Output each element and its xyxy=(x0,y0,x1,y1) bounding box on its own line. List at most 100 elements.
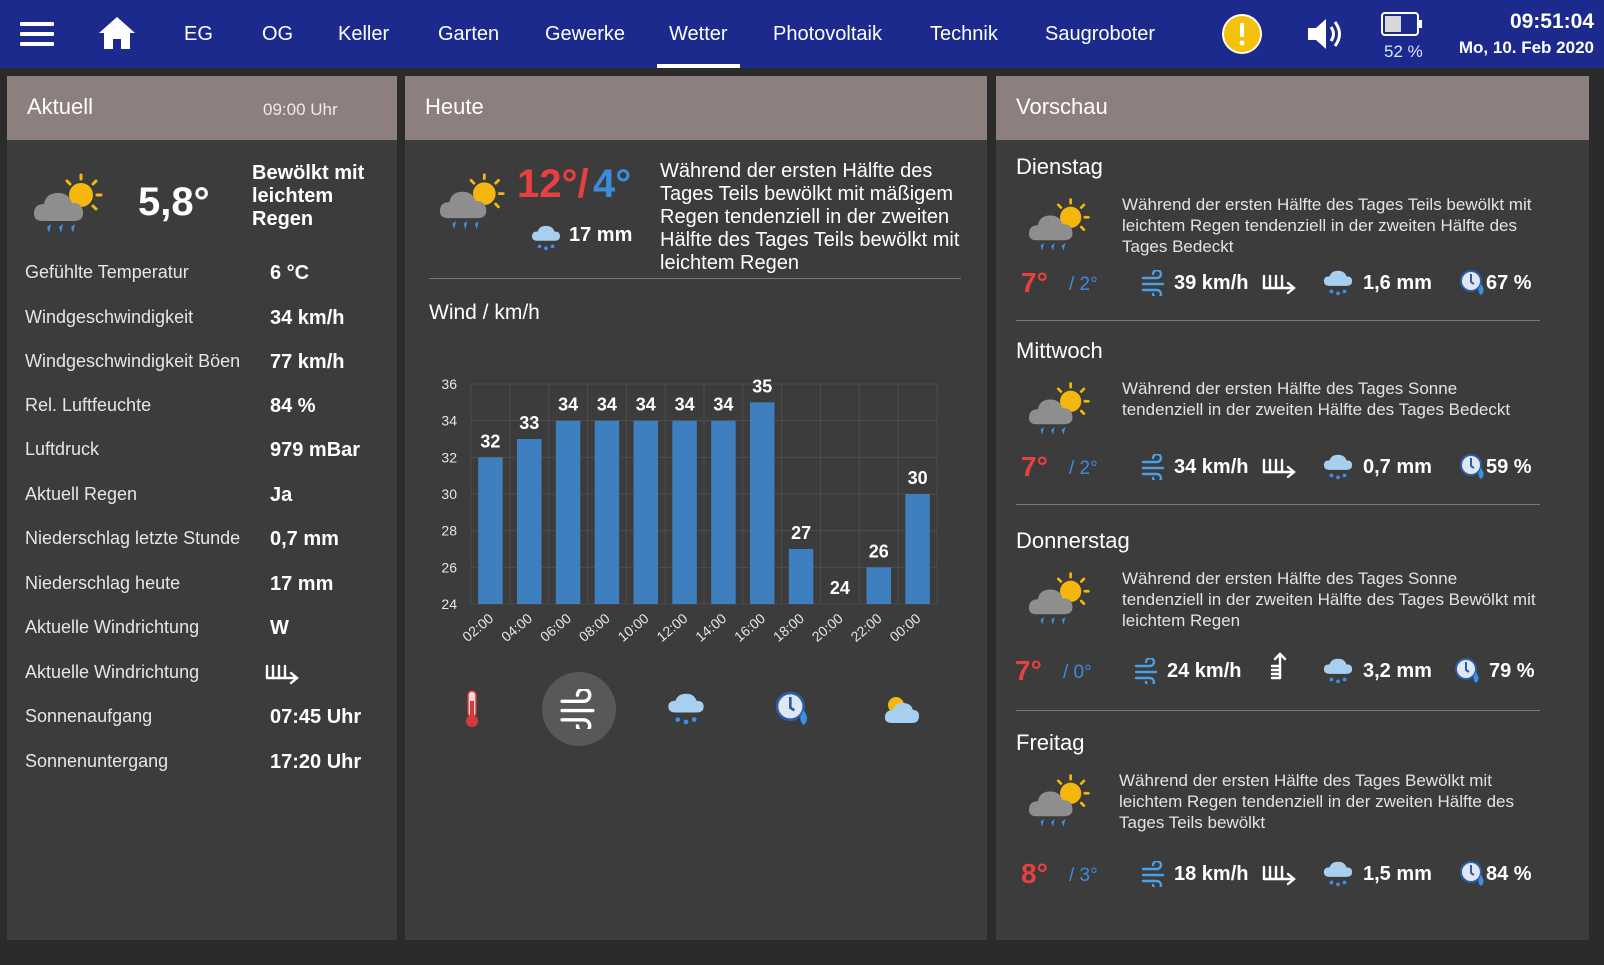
rain-cloud-icon xyxy=(666,689,706,729)
row-value: 6 °C xyxy=(270,262,310,284)
day-wind: 18 km/h xyxy=(1174,863,1249,885)
bar xyxy=(750,402,775,604)
tab-wetter[interactable]: Wetter xyxy=(657,0,740,68)
x-tick-label: 16:00 xyxy=(731,610,768,645)
row-label: Luftdruck xyxy=(25,439,100,459)
speaker-icon[interactable] xyxy=(1304,16,1344,52)
row-label: Niederschlag heute xyxy=(25,573,181,593)
data-label: 32 xyxy=(480,431,500,451)
day-rain: 1,5 mm xyxy=(1363,863,1432,885)
x-tick-label: 20:00 xyxy=(809,610,846,645)
data-label: 27 xyxy=(791,523,811,543)
tab-eg[interactable]: EG xyxy=(184,0,213,68)
x-tick-label: 00:00 xyxy=(886,610,923,645)
tab-photovoltaik[interactable]: Photovoltaik xyxy=(773,0,882,68)
row-niederschlag-stunde: Niederschlag letzte Stunde 0,7 mm xyxy=(25,528,385,558)
y-tick-label: 30 xyxy=(441,486,457,502)
today-forecast-text: Während der ersten Hälfte des Tages Teil… xyxy=(660,160,960,274)
tab-saugroboter[interactable]: Saugroboter xyxy=(1045,0,1155,68)
mode-sun[interactable] xyxy=(863,672,937,746)
aktuell-header: Aktuell 09:00 Uhr xyxy=(7,76,397,140)
day-text: Während der ersten Hälfte des Tages Sonn… xyxy=(1122,569,1536,630)
cloud-sun-rain-icon xyxy=(29,171,109,241)
day-max: 8° xyxy=(1021,858,1048,889)
row-label: Aktuell Regen xyxy=(25,484,138,504)
day-text: Während der ersten Hälfte des Tages Bewö… xyxy=(1119,771,1515,832)
tab-gewerke[interactable]: Gewerke xyxy=(545,0,625,68)
bar xyxy=(866,567,891,604)
bar xyxy=(517,439,542,604)
tab-keller[interactable]: Keller xyxy=(338,0,389,68)
wind-direction-west-icon xyxy=(1260,861,1300,889)
wind-direction-west-icon xyxy=(1260,270,1300,298)
row-windgeschwindigkeit: Windgeschwindigkeit 34 km/h xyxy=(25,307,385,337)
y-tick-label: 32 xyxy=(441,449,457,465)
wind-icon xyxy=(1141,270,1167,296)
row-label: Niederschlag letzte Stunde xyxy=(25,528,241,548)
wind-icon xyxy=(1134,658,1160,684)
wind-icon xyxy=(1141,861,1167,887)
y-tick-label: 28 xyxy=(441,523,457,539)
row-value: 84 % xyxy=(270,395,316,417)
cloud-sun-rain-icon xyxy=(1024,570,1096,632)
row-value: 0,7 mm xyxy=(270,528,339,550)
row-value: Ja xyxy=(270,484,293,506)
mode-rain[interactable] xyxy=(649,672,723,746)
bar xyxy=(905,494,930,604)
bar xyxy=(594,420,620,604)
wind-direction-west-icon xyxy=(1260,454,1300,482)
warning-icon[interactable] xyxy=(1222,14,1262,54)
day-name: Donnerstag xyxy=(1016,528,1130,553)
cloud-sun-rain-icon xyxy=(1024,772,1096,834)
row-windrichtung-pfeil: Aktuelle Windrichtung xyxy=(25,662,385,692)
x-tick-label: 12:00 xyxy=(653,610,690,645)
day-wind: 39 km/h xyxy=(1174,272,1249,294)
sun-cloud-icon xyxy=(884,697,919,723)
x-tick-label: 04:00 xyxy=(498,610,535,645)
vorschau-panel: Vorschau Dienstag Während der ersten Häl… xyxy=(996,76,1589,940)
row-sonnenaufgang: Sonnenaufgang 07:45 Uhr xyxy=(25,706,385,736)
day-name: Freitag xyxy=(1016,730,1085,755)
thermometer-icon xyxy=(466,690,478,727)
home-icon[interactable] xyxy=(97,15,137,51)
aktuell-panel: Aktuell 09:00 Uhr 5,8° Bewölkt mit leich… xyxy=(7,76,397,940)
wind-direction-north-icon xyxy=(1260,652,1300,680)
day-humidity: 67 % xyxy=(1486,272,1532,294)
current-description: Bewölkt mit leichtem Regen xyxy=(252,162,365,230)
row-gefuehlte-temperatur: Gefühlte Temperatur 6 °C xyxy=(25,262,385,292)
vorschau-header: Vorschau xyxy=(996,76,1589,140)
mode-wind[interactable] xyxy=(542,672,616,746)
data-label: 34 xyxy=(558,395,578,415)
tab-garten[interactable]: Garten xyxy=(438,0,499,68)
tab-technik[interactable]: Technik xyxy=(930,0,998,68)
top-nav-bar: EG OG Keller Garten Gewerke Wetter Photo… xyxy=(0,0,1604,68)
clock-time: 09:51:04 xyxy=(1509,10,1594,33)
x-tick-label: 08:00 xyxy=(576,610,613,645)
mode-temperature[interactable] xyxy=(435,672,509,746)
divider xyxy=(1016,504,1540,505)
today-max-temp: 12°/ xyxy=(517,162,589,206)
vorschau-title: Vorschau xyxy=(1016,94,1108,119)
humidity-icon xyxy=(1459,859,1487,889)
y-tick-label: 26 xyxy=(441,559,457,575)
data-label: 24 xyxy=(830,578,850,598)
data-label: 34 xyxy=(597,395,617,415)
row-value: 34 km/h xyxy=(270,307,345,329)
humidity-icon xyxy=(1459,452,1487,482)
menu-icon[interactable] xyxy=(20,22,54,46)
wind-icon xyxy=(560,689,595,729)
row-aktuell-regen: Aktuell Regen Ja xyxy=(25,484,385,514)
heute-header: Heute xyxy=(405,76,987,140)
x-tick-label: 10:00 xyxy=(615,610,652,645)
data-label: 26 xyxy=(869,541,889,561)
mode-humidity[interactable] xyxy=(756,672,830,746)
bar xyxy=(633,420,658,604)
row-value: 17 mm xyxy=(270,573,334,595)
row-windrichtung: Aktuelle Windrichtung W xyxy=(25,617,385,647)
day-max: 7° xyxy=(1021,267,1048,298)
y-tick-label: 24 xyxy=(441,596,457,612)
day-max: 7° xyxy=(1021,451,1048,482)
x-tick-label: 18:00 xyxy=(770,610,807,645)
day-max: 7° xyxy=(1015,655,1042,686)
tab-og[interactable]: OG xyxy=(262,0,293,68)
